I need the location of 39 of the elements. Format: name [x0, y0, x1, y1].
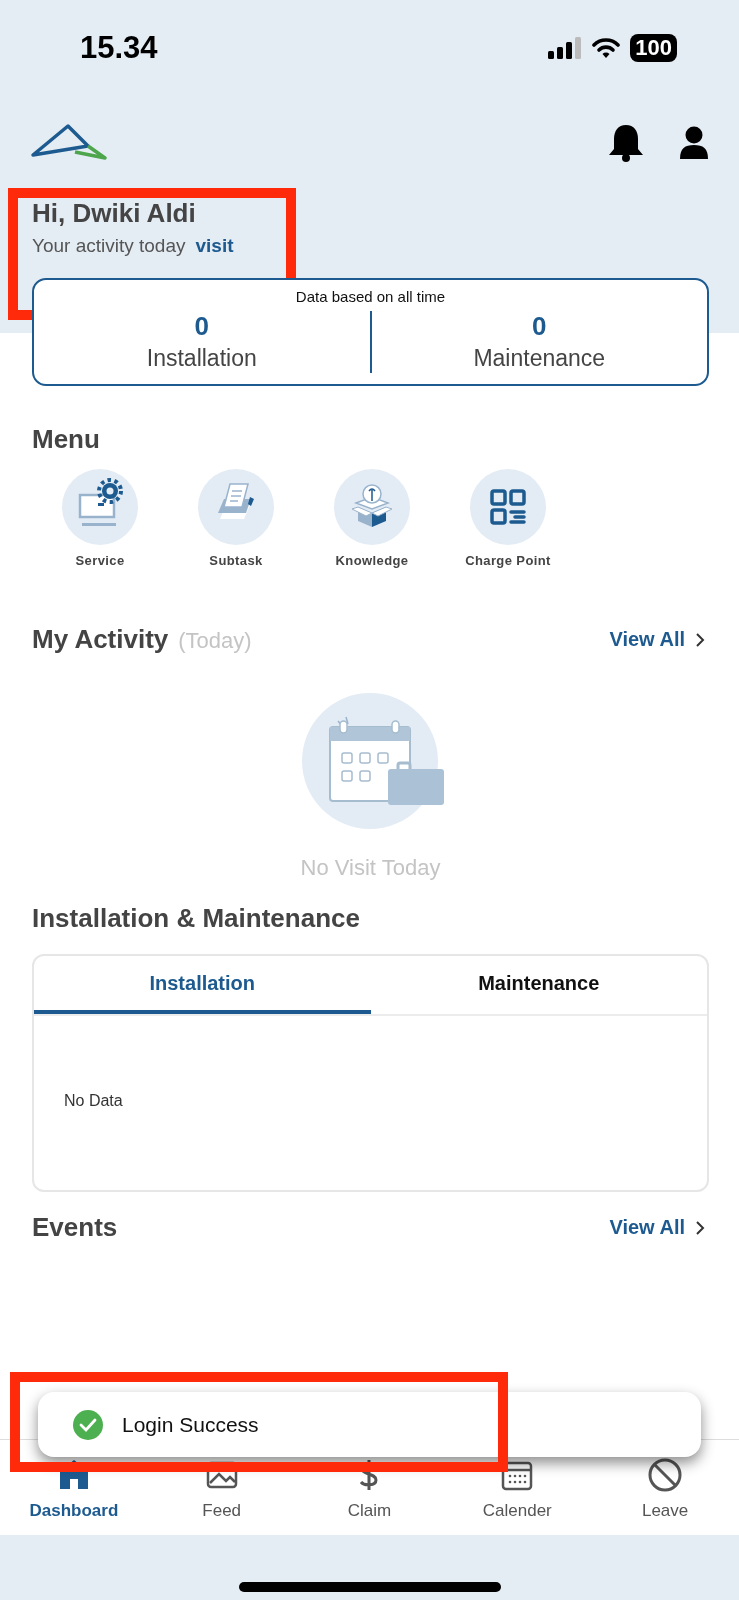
greeting-title: Hi, Dwiki Aldi [32, 198, 197, 229]
view-all-link[interactable]: View All [609, 628, 709, 651]
menu-label[interactable]: Knowledge [335, 553, 409, 568]
nav-tab[interactable]: Leave [591, 1440, 739, 1535]
signal-icon [548, 37, 583, 59]
grid-icon[interactable] [470, 469, 546, 545]
chevron-icon [695, 1219, 705, 1236]
stat-value: 0 [531, 311, 548, 342]
gear-monitor-icon[interactable] [62, 469, 138, 545]
menu-label[interactable]: Charge Point [465, 553, 551, 568]
lightbulb-box-icon[interactable] [334, 469, 410, 545]
empty-state-text: No Data [63, 1091, 124, 1110]
activity-subtitle: Your activity today [32, 235, 186, 256]
status-time: 15.34 [80, 30, 158, 66]
section-title: My Activity [32, 624, 169, 655]
visit-link[interactable]: visit [195, 235, 234, 256]
nav-tab[interactable]: Calender [443, 1440, 592, 1535]
tab[interactable]: Installation [34, 956, 371, 1014]
battery-level: 100 [635, 35, 672, 60]
stats-caption: Data based on all time [294, 287, 447, 305]
chevron-icon [695, 631, 705, 648]
menu-label[interactable]: Service [75, 553, 125, 568]
bell-icon[interactable] [607, 123, 645, 163]
user-icon[interactable] [679, 126, 709, 160]
menu-label[interactable]: Subtask [209, 553, 263, 568]
section-title: Menu [32, 424, 101, 455]
stat-value: 0 [193, 311, 210, 342]
prohibited-icon [647, 1457, 684, 1493]
tab[interactable]: Maintenance [370, 956, 707, 1014]
section-qualifier: (Today) [178, 628, 252, 654]
stat-label: Maintenance [472, 345, 607, 372]
empty-state-text: No Visit Today [300, 855, 441, 881]
view-all-link[interactable]: View All [609, 1216, 709, 1239]
check-circle-icon [72, 1408, 104, 1441]
wifi-icon [592, 37, 621, 59]
stat-label: Installation [145, 345, 258, 372]
section-title: Installation & Maintenance [32, 903, 361, 934]
toast-message: Login Success [122, 1412, 259, 1437]
section-title: Events [32, 1212, 118, 1243]
